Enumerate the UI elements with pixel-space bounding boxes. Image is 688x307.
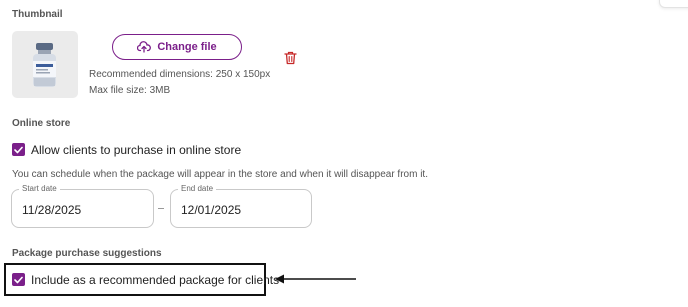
start-date-label: Start date (19, 184, 60, 193)
trash-icon (284, 51, 297, 65)
recommend-package-checkbox[interactable] (12, 273, 25, 286)
thumbnail-preview (12, 31, 78, 98)
delete-thumbnail-button[interactable] (284, 51, 297, 70)
corner-card (659, 0, 688, 8)
purchase-suggestions-heading: Package purchase suggestions (12, 248, 162, 259)
cloud-upload-icon (137, 41, 152, 53)
end-date-value: 12/01/2025 (181, 203, 242, 217)
checkmark-icon (14, 276, 23, 283)
vial-image (33, 43, 56, 87)
recommend-package-label[interactable]: Include as a recommended package for cli… (31, 273, 279, 287)
checkmark-icon (14, 146, 23, 153)
change-file-button[interactable]: Change file (112, 34, 242, 60)
schedule-hint-text: You can schedule when the package will a… (12, 169, 428, 180)
date-range-separator (158, 208, 164, 209)
end-date-field[interactable]: End date 12/01/2025 (170, 184, 312, 228)
thumbnail-heading: Thumbnail (12, 9, 63, 20)
start-date-value: 11/28/2025 (22, 203, 82, 217)
allow-purchase-checkbox[interactable] (12, 143, 25, 156)
start-date-field[interactable]: Start date 11/28/2025 (11, 184, 154, 228)
max-file-size-text: Max file size: 3MB (89, 85, 171, 96)
recommended-dimensions-text: Recommended dimensions: 250 x 150px (89, 69, 271, 80)
end-date-label: End date (178, 184, 217, 193)
annotation-arrow-icon (275, 274, 356, 284)
online-store-heading: Online store (12, 118, 71, 129)
allow-purchase-label[interactable]: Allow clients to purchase in online stor… (31, 143, 241, 157)
change-file-label: Change file (157, 41, 217, 53)
